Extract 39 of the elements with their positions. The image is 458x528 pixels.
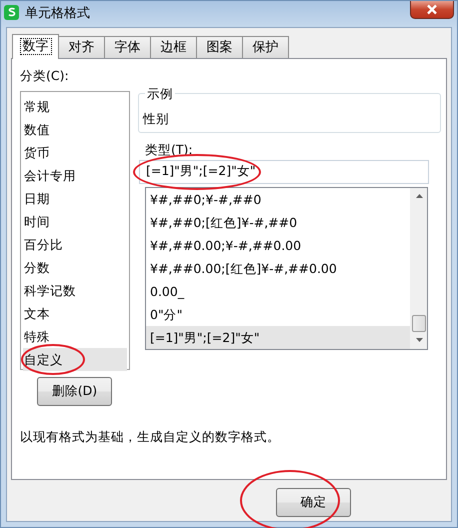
type-field[interactable]: [=1]"男";[=2]"女" [139,160,429,184]
example-value: 性别 [143,111,169,126]
category-item[interactable]: 百分比 [23,232,127,256]
close-button[interactable] [410,1,454,19]
tab[interactable]: 边框 [150,36,197,58]
tab[interactable]: 图案 [196,36,243,58]
category-item[interactable]: 科学记数 [23,278,127,302]
format-item[interactable]: ¥#,##0.00;¥-#,##0.00 [146,234,410,257]
scroll-down-icon[interactable] [416,338,422,342]
window-title: 单元格格式 [25,5,90,23]
category-item[interactable]: 时间 [23,210,127,233]
format-item[interactable]: 0"分" [146,302,410,326]
format-item[interactable]: [=1]"男";[=2]"女" [146,326,410,349]
tab[interactable]: 保护 [242,36,289,58]
close-icon[interactable] [426,4,438,15]
format-item[interactable]: ¥#,##0;¥-#,##0 [146,188,410,211]
category-label: 分类(C): [20,67,70,85]
tab[interactable]: 数字 [12,34,59,59]
ok-button[interactable]: 确定 [276,488,351,517]
category-item[interactable]: 特殊 [23,324,127,348]
scrollbar[interactable] [410,188,427,349]
description-text: 以现有格式为基础，生成自定义的数字格式。 [20,428,281,446]
scroll-thumb[interactable] [412,314,426,332]
tab[interactable]: 对齐 [58,36,105,58]
category-item[interactable]: 日期 [23,186,127,210]
app-logo-icon [4,5,19,20]
category-item[interactable]: 分数 [23,256,127,279]
format-item[interactable]: ¥#,##0;[红色]¥-#,##0 [146,210,410,234]
format-item[interactable]: ¥#,##0.00;[红色]¥-#,##0.00 [146,256,410,280]
category-item[interactable]: 货币 [23,140,127,164]
type-label: 类型(T): [145,141,194,159]
scroll-up-icon[interactable] [416,194,422,198]
tab[interactable]: 字体 [104,36,151,58]
category-item[interactable]: 数值 [23,118,127,141]
category-item[interactable]: 常规 [23,94,127,118]
category-item[interactable]: 文本 [23,302,127,325]
category-item[interactable]: 会计专用 [23,164,127,187]
delete-button[interactable]: 删除(D) [37,376,112,406]
format-item[interactable]: 0.00_ [146,280,410,303]
